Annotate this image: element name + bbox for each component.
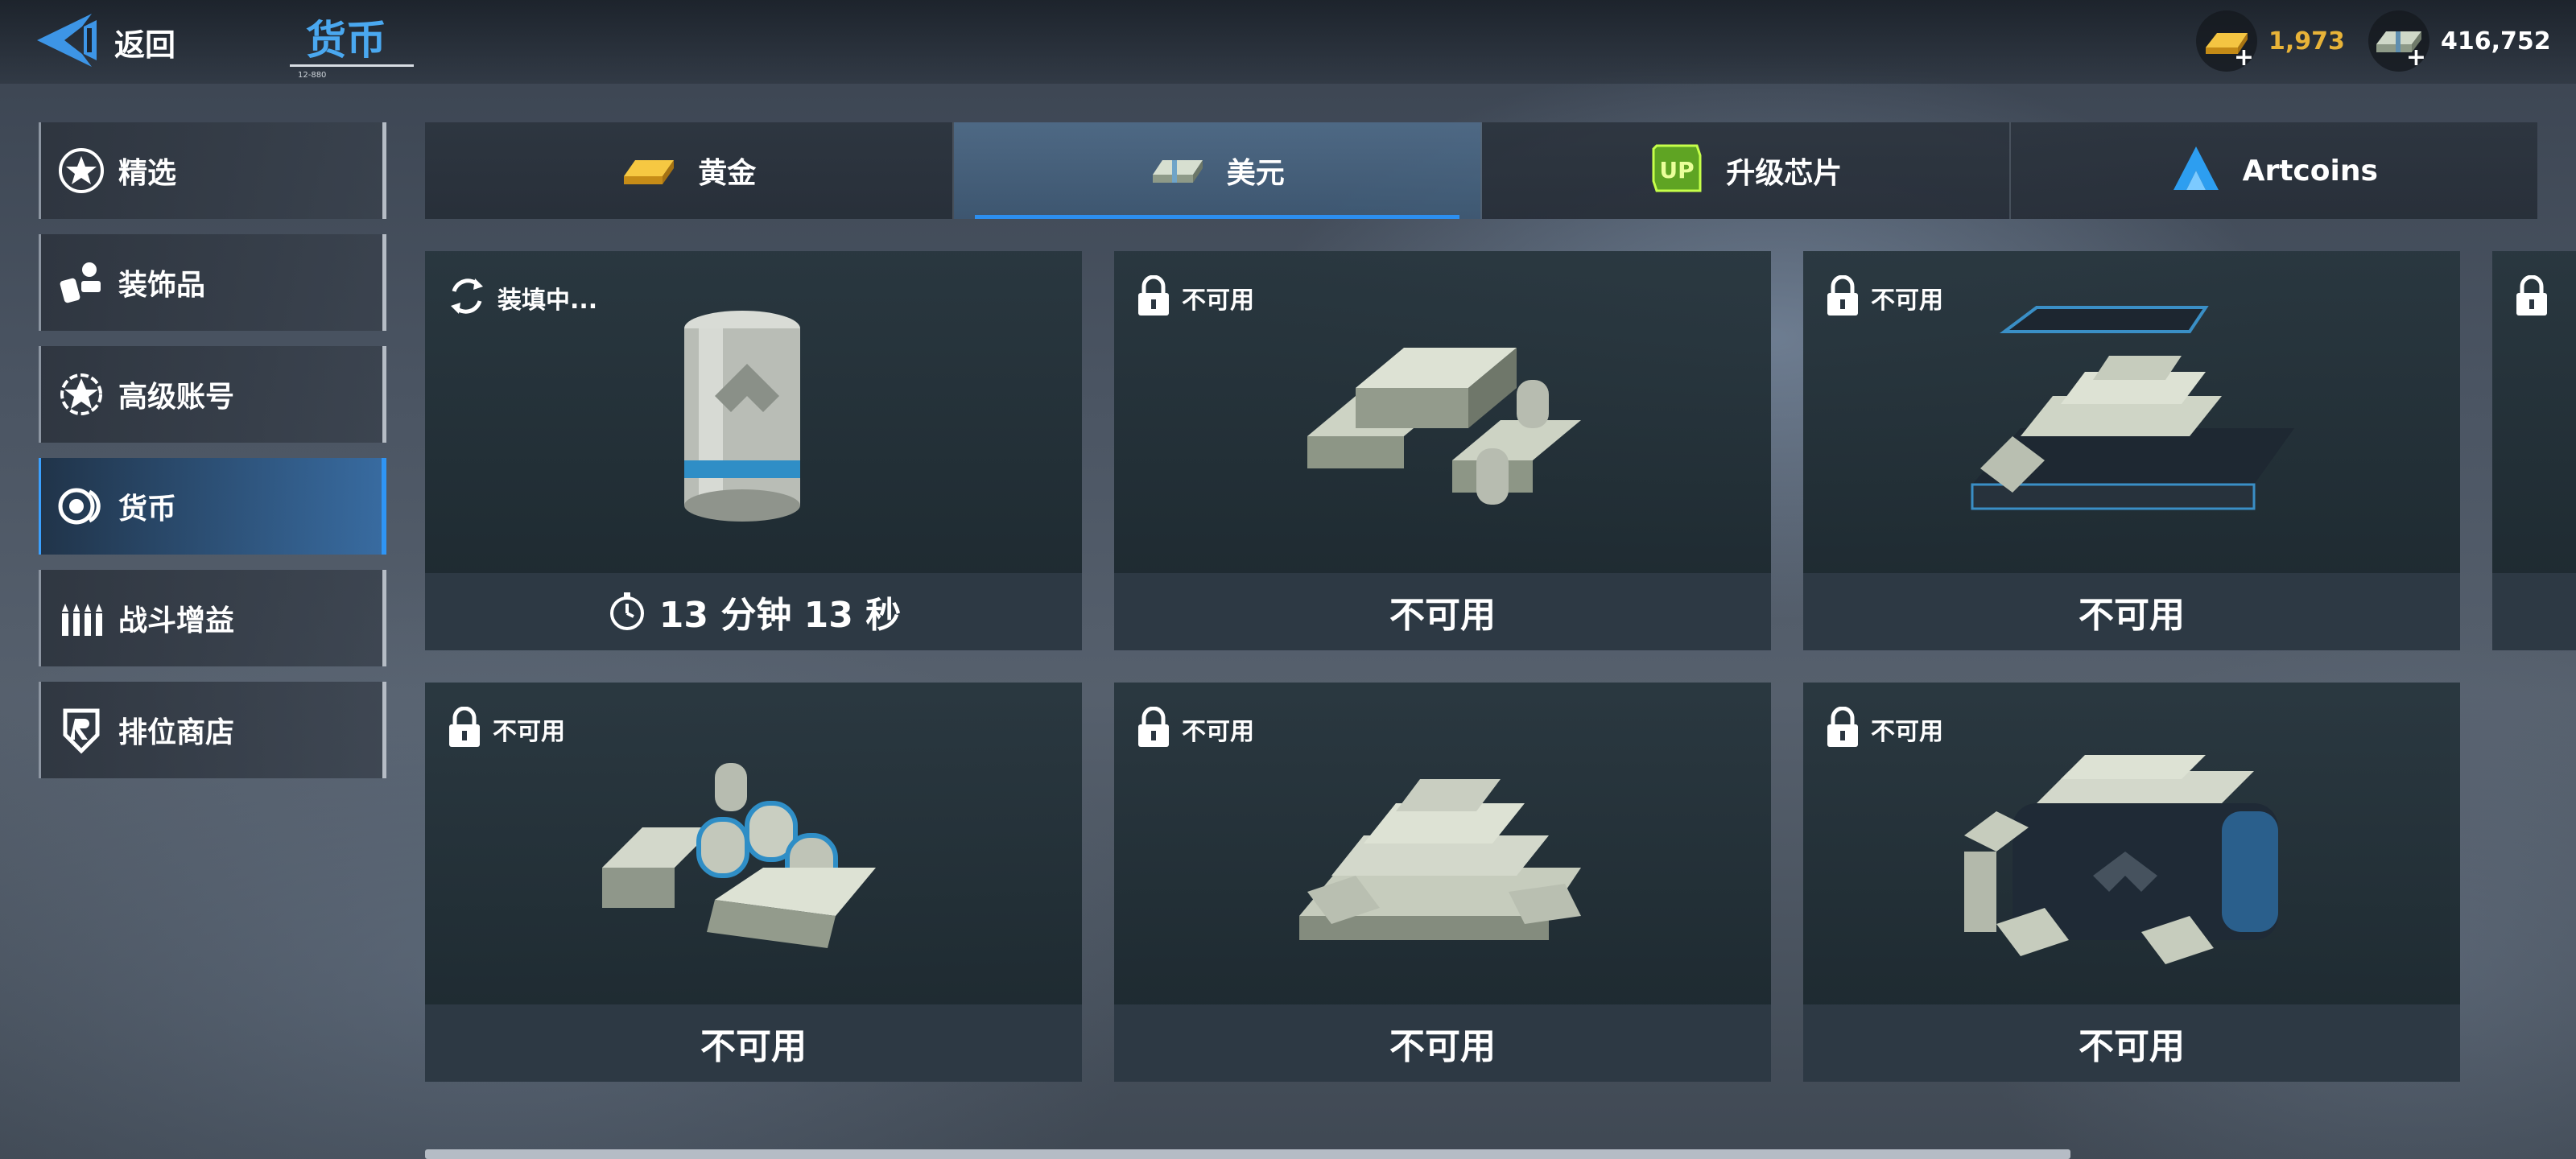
coins-icon (57, 482, 105, 530)
offer-card-partial[interactable] (2492, 251, 2576, 650)
offer-card[interactable]: 不可用 不可用 (425, 683, 1082, 1082)
sidebar-item-label: 精选 (118, 157, 177, 190)
card-footer: 不可用 (1803, 1004, 2460, 1082)
page-title-subtext: 12-880 (298, 71, 327, 80)
rank-shield-icon (57, 706, 105, 754)
tab-artcoins[interactable]: Artcoins (2010, 122, 2537, 219)
card-footer: 不可用 (1114, 1004, 1771, 1082)
back-button[interactable]: 返回 (35, 10, 175, 74)
sidebar-item-featured[interactable]: 精选 (39, 122, 386, 219)
card-footer-text: 不可用 (1389, 1026, 1496, 1067)
offers-grid: 装填中... 13 分钟 13 秒 不可用 不可用 不可用 不可用 不可用 不可… (425, 251, 2576, 1083)
offer-card[interactable]: 不可用 不可用 (1114, 683, 1771, 1082)
card-footer-text: 不可用 (2079, 1026, 2185, 1067)
currency-tabs: 黄金 美元 UP 升级芯片 Artcoins (425, 122, 2537, 219)
lock-icon (2513, 274, 2550, 320)
gold-bar-icon: + (2196, 10, 2257, 72)
sidebar-item-label: 战斗增益 (118, 604, 235, 637)
page-title-underline (290, 64, 414, 67)
stopwatch-icon (606, 589, 648, 634)
sidebar-item-battle-boosts[interactable]: 战斗增益 (39, 570, 386, 666)
top-bar: 返回 货币 12-880 + 1,973 + 416,752 (0, 0, 2576, 84)
add-gold-icon[interactable]: + (2234, 46, 2254, 70)
accessories-icon (57, 258, 105, 307)
page-title: 货币 12-880 (290, 5, 414, 80)
card-footer: 不可用 (1803, 573, 2460, 650)
offer-card[interactable]: 不可用 不可用 (1803, 251, 2460, 650)
cash-stack-icon: + (2368, 10, 2429, 72)
artcoin-icon (2170, 143, 2222, 198)
back-label: 返回 (114, 27, 176, 63)
dollar-balance[interactable]: + 416,752 (2368, 10, 2551, 72)
card-footer (2492, 573, 2576, 650)
page-title-text: 货币 (306, 17, 386, 64)
cash-pile-small-image (1114, 299, 1771, 565)
sidebar-item-label: 货币 (118, 493, 177, 526)
offer-card[interactable]: 不可用 不可用 (1114, 251, 1771, 650)
sidebar-item-label: 排位商店 (118, 716, 235, 749)
sidebar-item-label: 高级账号 (118, 381, 235, 414)
ammo-icon (57, 594, 105, 642)
tab-gold[interactable]: 黄金 (425, 122, 954, 219)
upgrade-chip-icon: UP (1649, 141, 1705, 200)
sidebar-item-rank-shop[interactable]: 排位商店 (39, 682, 386, 778)
offer-card[interactable]: 装填中... 13 分钟 13 秒 (425, 251, 1082, 650)
tab-label: 黄金 (698, 157, 757, 190)
tab-label: Artcoins (2242, 154, 2378, 188)
tab-dollars[interactable]: 美元 (953, 122, 1482, 219)
gold-value: 1,973 (2268, 27, 2345, 56)
sidebar: 精选 装饰品 高级账号 货币 战斗增益 排位商店 (39, 122, 386, 794)
card-footer: 13 分钟 13 秒 (425, 573, 1082, 650)
card-footer-text: 不可用 (700, 1026, 807, 1067)
svg-text:UP: UP (1660, 157, 1695, 184)
card-footer-text: 不可用 (2079, 595, 2185, 636)
sidebar-item-accessories[interactable]: 装饰品 (39, 234, 386, 331)
cash-case-image (1803, 299, 2460, 565)
tab-label: 美元 (1226, 157, 1285, 190)
cash-pile-large-image (1114, 731, 1771, 996)
premium-star-icon (57, 370, 105, 419)
tab-label: 升级芯片 (1726, 157, 1843, 190)
sidebar-item-premium[interactable]: 高级账号 (39, 346, 386, 443)
cash-stack-icon (1150, 149, 1206, 192)
cash-rolls-wads-image (425, 731, 1082, 996)
card-footer-text: 13 分钟 13 秒 (658, 595, 902, 636)
sidebar-item-label: 装饰品 (118, 269, 206, 302)
gold-bar-icon (621, 149, 677, 192)
sidebar-item-currency[interactable]: 货币 (39, 458, 386, 555)
back-arrow-icon (35, 10, 103, 73)
card-status (2513, 274, 2550, 320)
card-footer-text: 不可用 (1389, 595, 1496, 636)
cash-roll-image (425, 299, 1082, 565)
gold-balance[interactable]: + 1,973 (2196, 10, 2345, 72)
card-footer: 不可用 (1114, 573, 1771, 650)
offer-card[interactable]: 不可用 不可用 (1803, 683, 2460, 1082)
dollar-value: 416,752 (2441, 27, 2551, 56)
star-badge-icon (57, 146, 105, 195)
cash-bag-image (1803, 731, 2460, 996)
horizontal-scrollbar[interactable] (425, 1149, 2070, 1159)
tab-upgrade-chips[interactable]: UP 升级芯片 (1482, 122, 2011, 219)
card-footer: 不可用 (425, 1004, 1082, 1082)
add-dollars-icon[interactable]: + (2406, 46, 2426, 70)
